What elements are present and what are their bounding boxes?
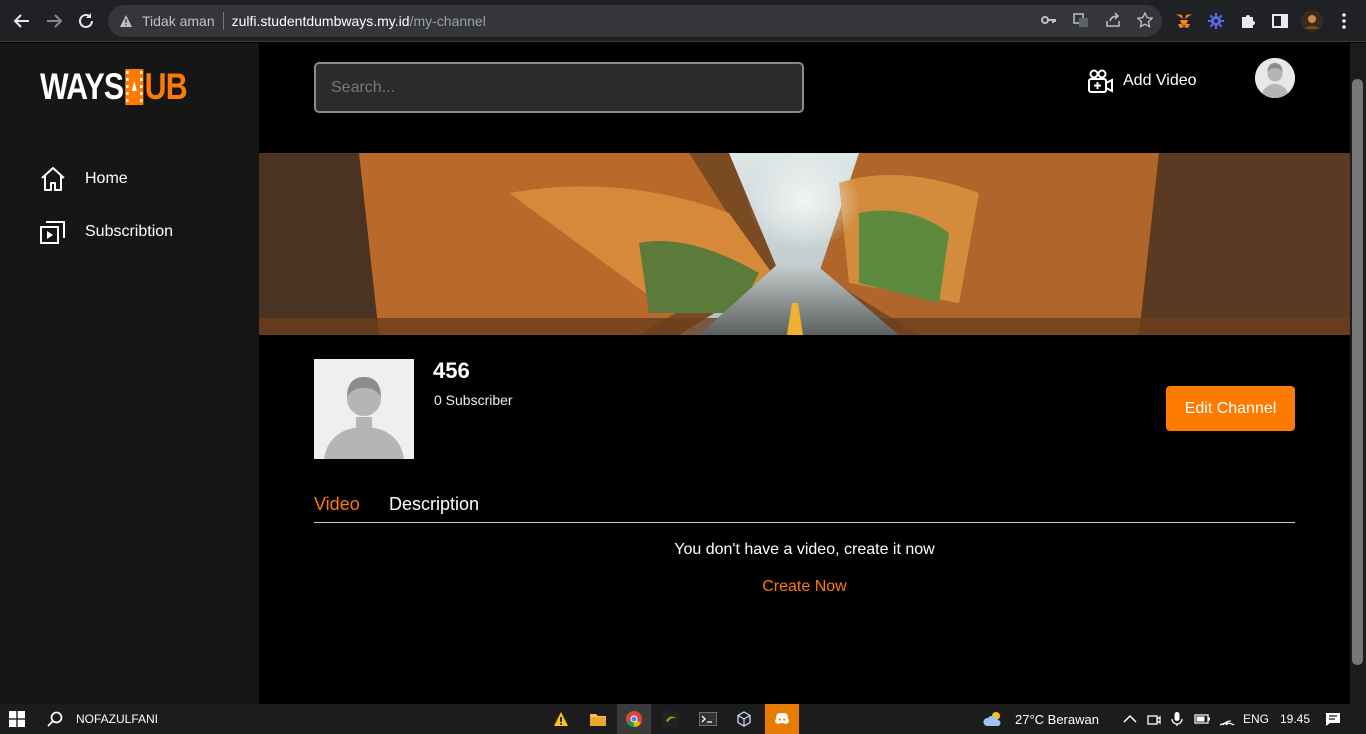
sidebar-item-label: Home xyxy=(85,170,128,187)
logo-film-icon xyxy=(124,69,143,105)
warning-app-icon[interactable] xyxy=(544,704,578,734)
add-video-label: Add Video xyxy=(1123,72,1197,89)
scrollbar-thumb[interactable] xyxy=(1352,79,1363,665)
discord-icon[interactable] xyxy=(765,704,799,734)
extension-gear-icon[interactable] xyxy=(1205,10,1227,32)
subscription-icon xyxy=(40,219,66,245)
file-explorer-icon[interactable] xyxy=(581,704,615,734)
taskbar-user-label: NOFAZULFANI xyxy=(76,712,159,726)
microphone-icon[interactable] xyxy=(1167,704,1187,734)
home-icon xyxy=(40,166,66,192)
translate-icon[interactable] xyxy=(1072,11,1090,29)
create-now-link[interactable]: Create Now xyxy=(314,578,1295,596)
sidebar-item-home[interactable]: Home xyxy=(40,166,128,192)
tab-divider xyxy=(314,522,1295,523)
security-label: Tidak aman xyxy=(142,13,215,29)
channel-name: 456 xyxy=(433,358,470,383)
terminal-icon[interactable] xyxy=(691,704,725,734)
language-indicator[interactable]: ENG xyxy=(1243,712,1269,726)
address-bar[interactable]: Tidak aman zulfi.studentdumbways.my.id/m… xyxy=(108,5,1162,37)
share-icon[interactable] xyxy=(1104,11,1122,29)
user-avatar[interactable] xyxy=(1255,58,1295,98)
star-icon[interactable] xyxy=(1136,11,1154,29)
browser-toolbar: Tidak aman zulfi.studentdumbways.my.id/m… xyxy=(0,0,1366,42)
channel-banner xyxy=(259,153,1350,335)
tab-description[interactable]: Description xyxy=(389,494,479,515)
back-button[interactable] xyxy=(10,9,34,33)
url-host: zulfi.studentdumbways.my.id xyxy=(231,13,410,29)
logo-text-right: UB xyxy=(144,66,188,107)
virtualbox-icon[interactable] xyxy=(727,704,761,734)
windows-start-icon[interactable] xyxy=(0,704,34,734)
puzzle-icon[interactable] xyxy=(1237,10,1259,32)
subscriber-count: 0 Subscriber xyxy=(434,392,513,408)
menu-dots-icon[interactable] xyxy=(1333,10,1355,32)
weather-text[interactable]: 27°C Berawan xyxy=(1015,712,1099,727)
notification-icon[interactable] xyxy=(1316,704,1350,734)
chevron-up-icon[interactable] xyxy=(1113,704,1147,734)
warning-icon xyxy=(118,13,134,29)
side-panel-icon[interactable] xyxy=(1269,10,1291,32)
clock[interactable]: 19.45 xyxy=(1280,712,1310,726)
reload-button[interactable] xyxy=(74,9,98,33)
empty-state-message: You don't have a video, create it now xyxy=(674,541,935,558)
wifi-icon[interactable] xyxy=(1216,704,1238,734)
search-icon[interactable] xyxy=(38,704,72,734)
nvidia-app-icon[interactable] xyxy=(654,704,688,734)
divider xyxy=(222,12,224,30)
logo-text-left: WAYS xyxy=(40,66,124,107)
weather-cloud-icon[interactable] xyxy=(977,704,1011,734)
add-video-button[interactable]: Add Video xyxy=(1087,66,1197,96)
video-camera-add-icon xyxy=(1087,68,1114,95)
sidebar-item-label: Subscribtion xyxy=(85,223,174,240)
forward-button[interactable] xyxy=(42,9,66,33)
chrome-icon[interactable] xyxy=(617,704,651,734)
tab-video[interactable]: Video xyxy=(314,494,360,515)
url-path: /my-channel xyxy=(409,13,486,29)
search-input[interactable] xyxy=(314,62,804,113)
camera-icon[interactable] xyxy=(1144,704,1164,734)
sidebar: WAYS UB Home Subscribtion xyxy=(0,43,259,704)
logo[interactable]: WAYS UB xyxy=(40,66,188,107)
edit-channel-button[interactable]: Edit Channel xyxy=(1166,386,1295,431)
channel-avatar xyxy=(314,359,414,459)
metamask-icon[interactable] xyxy=(1173,10,1195,32)
battery-icon[interactable] xyxy=(1191,704,1213,734)
sidebar-item-subscription[interactable]: Subscribtion xyxy=(40,219,173,245)
profile-avatar[interactable] xyxy=(1301,10,1323,32)
key-icon[interactable] xyxy=(1040,11,1058,29)
